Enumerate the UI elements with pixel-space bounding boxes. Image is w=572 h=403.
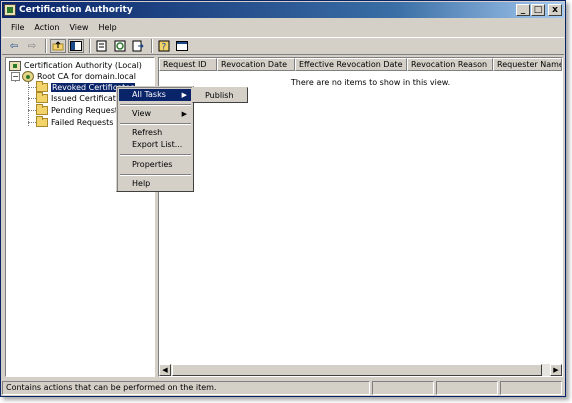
up-folder-icon[interactable]	[50, 39, 66, 53]
certificate-app-icon	[4, 4, 16, 16]
tree-node-pending-requests[interactable]: Pending Requests	[36, 104, 123, 116]
title-bar[interactable]: Certification Authority _ □ x	[2, 2, 564, 18]
empty-list-message: There are no items to show in this view.	[290, 78, 451, 87]
scroll-right-icon[interactable]: ▶	[550, 364, 562, 376]
results-pane[interactable]: Request ID Revocation Date Effective Rev…	[158, 57, 563, 377]
tree-connector	[28, 82, 29, 126]
minimize-button[interactable]: _	[516, 4, 530, 16]
tree-connector	[28, 87, 36, 88]
tree-node-label: Issued Certificates	[51, 94, 126, 103]
all-tasks-submenu: Publish	[192, 87, 248, 103]
menu-help[interactable]: Help	[93, 23, 121, 32]
context-menu: All Tasks ▶ View ▶ Refresh Export List..…	[116, 86, 194, 192]
tree-node-failed-requests[interactable]: Failed Requests	[36, 116, 114, 128]
status-pane	[436, 380, 498, 395]
tree-node-label: Pending Requests	[51, 106, 123, 115]
status-pane	[372, 380, 434, 395]
column-header-row: Request ID Revocation Date Effective Rev…	[159, 58, 562, 71]
status-bar: Contains actions that can be performed o…	[2, 379, 564, 396]
console-root-icon	[9, 60, 21, 71]
svg-text:?: ?	[162, 43, 167, 53]
menu-separator	[120, 174, 191, 176]
tree-node-root[interactable]: Certification Authority (Local)	[9, 60, 142, 71]
context-item-properties[interactable]: Properties	[119, 159, 191, 171]
column-header-request-id[interactable]: Request ID	[159, 58, 217, 71]
tree-node-issued-certificates[interactable]: Issued Certificates	[36, 92, 126, 104]
menu-action[interactable]: Action	[29, 23, 64, 32]
collapse-icon[interactable]: −	[11, 72, 20, 81]
status-text: Contains actions that can be performed o…	[2, 380, 370, 395]
menu-bar: File Action View Help	[2, 19, 564, 36]
mmc-window: Certification Authority _ □ x File Actio…	[0, 0, 566, 397]
column-header-effective-revocation-date[interactable]: Effective Revocation Date	[295, 58, 407, 71]
context-item-label: View	[132, 109, 151, 118]
tree-node-label: Failed Requests	[51, 118, 114, 127]
folder-icon	[36, 92, 48, 103]
back-arrow-icon[interactable]: ⇦	[6, 39, 22, 53]
toolbar-separator	[89, 39, 91, 53]
context-item-label: All Tasks	[132, 90, 166, 99]
tree-connector	[28, 110, 36, 111]
help-icon[interactable]: ?	[156, 39, 172, 53]
tree-node-ca-label: Root CA for domain.local	[37, 72, 136, 81]
console-tree-icon[interactable]	[174, 39, 190, 53]
submenu-arrow-icon: ▶	[181, 91, 187, 99]
window-title: Certification Authority	[19, 5, 133, 15]
export-list-icon[interactable]	[130, 39, 146, 53]
context-item-view[interactable]: View ▶	[119, 108, 191, 120]
context-item-all-tasks[interactable]: All Tasks ▶	[119, 89, 191, 101]
folder-icon	[36, 116, 48, 127]
folder-icon	[36, 104, 48, 115]
horizontal-scrollbar[interactable]: ◀ ▶	[159, 364, 562, 376]
toolbar: ⇦ ⇨ ?	[2, 37, 564, 55]
context-item-help[interactable]: Help	[119, 178, 191, 190]
submenu-arrow-icon: ▶	[181, 110, 187, 118]
tree-node-root-label: Certification Authority (Local)	[24, 61, 142, 70]
column-header-revocation-date[interactable]: Revocation Date	[217, 58, 295, 71]
column-header-requester-name[interactable]: Requester Name	[493, 58, 562, 71]
toolbar-separator	[151, 39, 153, 53]
context-item-refresh[interactable]: Refresh	[119, 127, 191, 139]
forward-arrow-icon[interactable]: ⇨	[24, 39, 40, 53]
properties-icon[interactable]	[94, 39, 110, 53]
scroll-thumb[interactable]	[172, 364, 542, 376]
scroll-left-icon[interactable]: ◀	[159, 364, 171, 376]
menu-view[interactable]: View	[64, 23, 93, 32]
certification-authority-icon	[22, 71, 34, 82]
close-button[interactable]: x	[548, 4, 562, 16]
maximize-button[interactable]: □	[531, 4, 545, 16]
tree-node-ca[interactable]: − Root CA for domain.local	[11, 71, 136, 82]
tree-connector	[28, 122, 36, 123]
menu-separator	[120, 123, 191, 125]
show-hide-tree-icon[interactable]	[68, 39, 84, 53]
submenu-item-publish[interactable]: Publish	[195, 90, 245, 101]
menu-separator	[120, 154, 191, 156]
context-item-export-list[interactable]: Export List...	[119, 139, 191, 151]
menu-separator	[120, 104, 191, 106]
tree-connector	[28, 98, 36, 99]
toolbar-separator	[45, 39, 47, 53]
menu-file[interactable]: File	[6, 23, 29, 32]
column-header-revocation-reason[interactable]: Revocation Reason	[407, 58, 493, 71]
status-pane	[500, 380, 562, 395]
refresh-icon[interactable]	[112, 39, 128, 53]
folder-icon	[36, 81, 48, 92]
